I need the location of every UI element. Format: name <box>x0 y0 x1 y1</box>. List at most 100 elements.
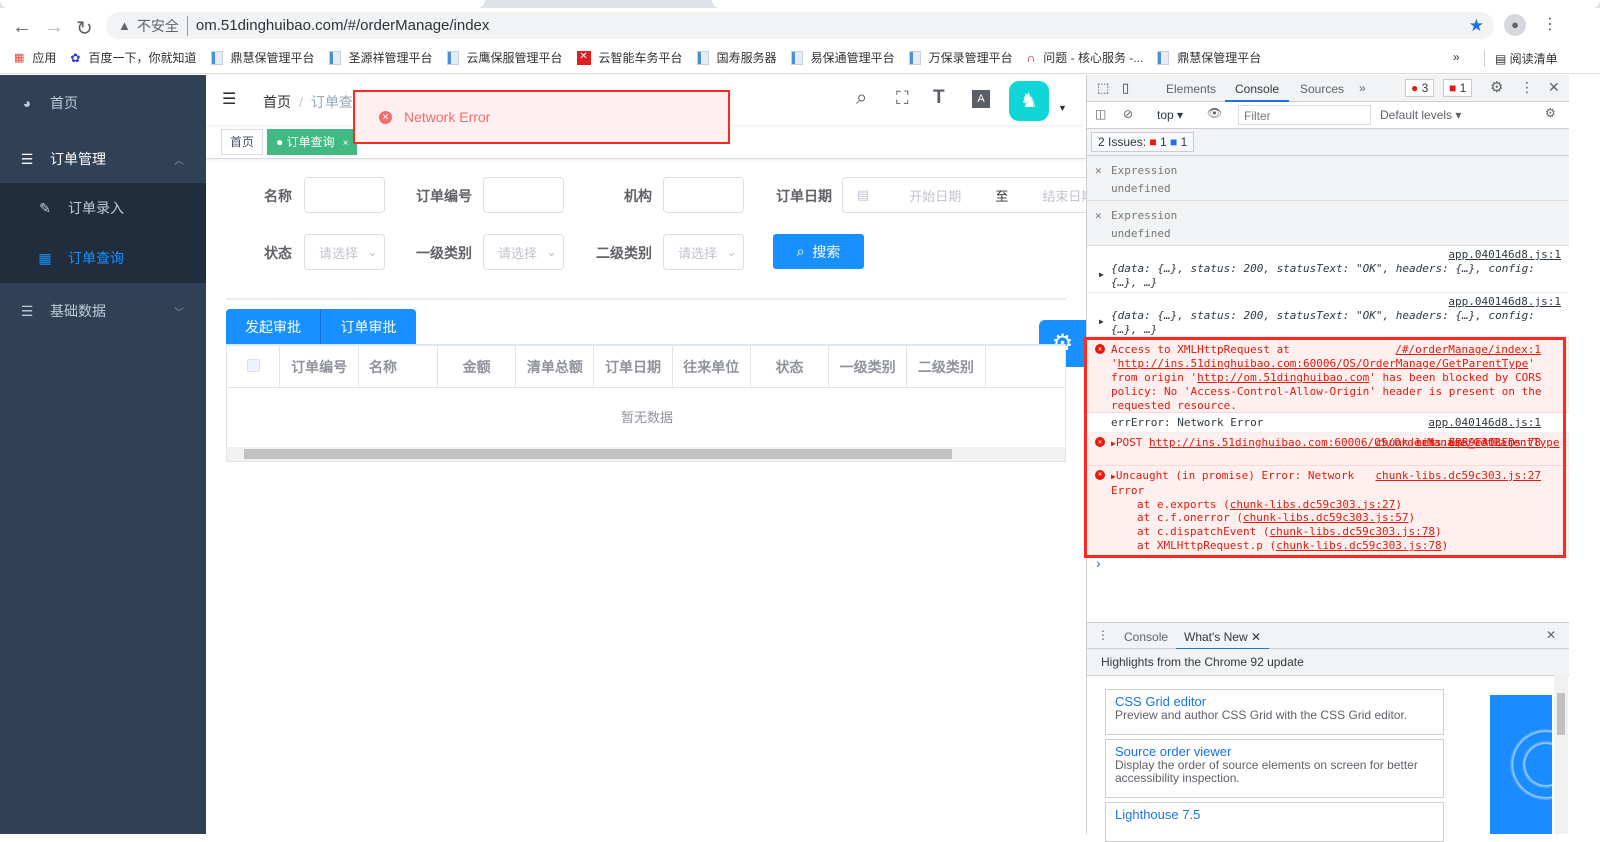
sidebar-item-order-entry[interactable]: ✎ 订单录入 <box>0 183 206 233</box>
bookmark[interactable]: 圣源祥管理平台 <box>328 49 433 66</box>
post-error-entry[interactable]: ✕ ▶POST http://ins.51dinghuibao.com:60006… <box>1087 433 1569 466</box>
device-toolbar-icon[interactable]: ▯ <box>1122 80 1129 96</box>
select-all-checkbox[interactable] <box>246 358 260 372</box>
drawer-menu-icon[interactable]: ⋮ <box>1097 628 1109 642</box>
status-select[interactable]: 请选择 ⌄ <box>304 234 385 270</box>
bookmark[interactable]: 国寿服务器 <box>696 49 777 66</box>
bookmarks-overflow-button[interactable]: » <box>1453 50 1460 64</box>
console-log-entry[interactable]: errError: Network Error app.040146d8.js:1 <box>1087 413 1569 433</box>
feature-card[interactable]: Lighthouse 7.5 <box>1105 802 1444 842</box>
stack-link[interactable]: chunk-libs.dc59c303.js:27 <box>1230 498 1396 511</box>
tab-sources[interactable]: Sources <box>1300 82 1344 96</box>
request-url-link[interactable]: http://ins.51dinghuibao.com:60006/OS/Ord… <box>1149 436 1560 450</box>
scrollbar-thumb[interactable] <box>244 449 952 459</box>
bookmark[interactable]: 易保通管理平台 <box>790 49 895 66</box>
card-title[interactable]: Source order viewer <box>1115 744 1434 759</box>
language-icon[interactable]: A <box>972 90 990 108</box>
profile-avatar-icon[interactable]: ● <box>1504 14 1526 36</box>
start-approval-button[interactable]: 发起审批 <box>226 309 321 344</box>
bookmark-star-icon[interactable]: ★ <box>1469 16 1484 36</box>
back-icon[interactable]: ← <box>12 16 32 39</box>
sidebar-item-order-management[interactable]: ☰ 订单管理 ︿ <box>0 131 206 187</box>
menu-dots-icon[interactable]: ⋮ <box>1542 14 1558 34</box>
context-select[interactable]: top ▾ <box>1157 108 1183 122</box>
expression-label[interactable]: Expression <box>1111 162 1569 180</box>
feature-card[interactable]: CSS Grid editor Preview and author CSS Gr… <box>1105 689 1444 735</box>
eye-icon[interactable]: 👁 <box>1207 106 1222 120</box>
bookmark[interactable]: 万保录管理平台 <box>908 49 1013 66</box>
tab-console[interactable]: Console <box>1225 75 1290 102</box>
feature-card[interactable]: Source order viewer Display the order of … <box>1105 739 1444 798</box>
remove-expression-icon[interactable]: ✕ <box>1095 207 1102 225</box>
browser-tab[interactable] <box>712 0 1600 8</box>
stack-link[interactable]: chunk-libs.dc59c303.js:57 <box>1243 511 1409 524</box>
log-levels-select[interactable]: Default levels ▾ <box>1380 108 1461 122</box>
sidebar-item-basic-data[interactable]: ☰ 基础数据 ﹀ <box>0 283 206 339</box>
font-size-icon[interactable]: T <box>933 87 945 109</box>
issue-count-badge[interactable]: ■ 1 <box>1443 79 1473 97</box>
scrollbar-thumb[interactable] <box>1557 693 1565 735</box>
bookmark[interactable]: 鼎慧保管理平台 <box>1157 49 1261 66</box>
drawer-scrollbar[interactable] <box>1554 675 1568 834</box>
console-log-entry[interactable]: app.040146d8.js:1 ▶ {data: {…}, status: 20… <box>1087 293 1569 337</box>
drawer-tab-console[interactable]: Console <box>1124 630 1168 644</box>
hamburger-toggle-icon[interactable]: ☰ <box>222 89 236 109</box>
card-title[interactable]: Lighthouse 7.5 <box>1115 807 1434 822</box>
bookmark-apps[interactable]: ▦ 应用 <box>14 49 56 66</box>
expression-label[interactable]: Expression <box>1111 207 1569 225</box>
bookmark[interactable]: ✕ 云智能车务平台 <box>576 49 683 66</box>
reading-list-button[interactable]: ▤ 阅读清单 <box>1484 50 1558 67</box>
source-link[interactable]: chunk-libs.dc59c303.js:27 <box>1375 469 1541 483</box>
console-settings-icon[interactable]: ⚙ <box>1545 106 1556 120</box>
close-devtools-icon[interactable]: ✕ <box>1548 79 1560 96</box>
source-link[interactable]: chunk-libs.dc59c303.js:78 <box>1375 436 1541 450</box>
forward-icon[interactable]: → <box>44 16 64 39</box>
search-icon[interactable]: ⌕ <box>856 87 867 110</box>
tag-order-query[interactable]: ● 订单查询 × <box>267 129 358 155</box>
browser-tab[interactable] <box>0 0 485 8</box>
uncaught-error-entry[interactable]: ✕ ▶Uncaught (in promise) Error: Network E… <box>1087 466 1569 558</box>
caret-down-icon[interactable]: ▼ <box>1058 103 1067 113</box>
drawer-tab-whats-new[interactable]: What's New ✕ <box>1176 623 1270 650</box>
inspect-element-icon[interactable]: ⬚ <box>1097 80 1109 96</box>
sidebar-toggle-icon[interactable]: ◫ <box>1095 107 1106 121</box>
horizontal-scrollbar[interactable] <box>227 447 1065 461</box>
stack-link[interactable]: chunk-libs.dc59c303.js:78 <box>1276 539 1442 552</box>
origin-link[interactable]: http://om.51dinghuibao.com <box>1197 371 1369 384</box>
source-link[interactable]: app.040146d8.js:1 <box>1111 295 1561 309</box>
card-title[interactable]: CSS Grid editor <box>1115 694 1434 709</box>
error-count-badge[interactable]: ● 3 <box>1405 79 1435 97</box>
cors-error-entry[interactable]: ✕ Access to XMLHttpRequest at 'http://ins… <box>1087 337 1569 413</box>
remove-expression-icon[interactable]: ✕ <box>1095 162 1102 180</box>
bookmark[interactable]: 鼎慧保管理平台 <box>210 49 315 66</box>
sidebar-item-order-query[interactable]: ▦ 订单查询 <box>0 233 206 283</box>
url-input[interactable]: ▲ 不安全 om.51dinghuibao.com/#/orderManage/… <box>106 12 1494 39</box>
console-prompt-input[interactable]: › <box>1096 555 1101 571</box>
console-filter-input[interactable]: Filter <box>1238 105 1371 125</box>
tag-home[interactable]: 首页 <box>221 129 264 155</box>
expand-triangle-icon[interactable]: ▶ <box>1099 315 1104 329</box>
bookmark[interactable]: ✿ 百度一下，你就知道 <box>70 49 196 66</box>
cat2-select[interactable]: 请选择 ⌄ <box>663 234 744 270</box>
source-link[interactable]: app.040146d8.js:1 <box>1428 416 1541 429</box>
search-button[interactable]: ⌕ 搜索 <box>773 234 864 269</box>
stack-link[interactable]: chunk-libs.dc59c303.js:78 <box>1269 525 1435 538</box>
name-input[interactable] <box>304 177 385 213</box>
org-input[interactable] <box>663 177 744 213</box>
source-link[interactable]: /#/orderManage/index:1 <box>1389 343 1541 357</box>
order-no-input[interactable] <box>483 177 564 213</box>
fullscreen-icon[interactable]: ⛶ <box>896 88 909 109</box>
close-icon[interactable]: × <box>343 138 349 149</box>
more-options-icon[interactable]: ⋮ <box>1520 79 1534 96</box>
bookmark[interactable]: 云鹰保服管理平台 <box>446 49 563 66</box>
request-url-link[interactable]: http://ins.51dinghuibao.com:60006/OS/Ord… <box>1118 357 1529 370</box>
cat1-select[interactable]: 请选择 ⌄ <box>483 234 564 270</box>
more-tabs-button[interactable]: » <box>1359 81 1366 95</box>
sidebar-item-home[interactable]: ◕ 首页 <box>0 75 206 131</box>
reload-icon[interactable]: ↻ <box>76 16 93 41</box>
source-link[interactable]: app.040146d8.js:1 <box>1111 248 1561 262</box>
user-avatar[interactable]: ♞ <box>1009 81 1049 121</box>
bookmark[interactable]: ∩ 问题 - 核心服务 -... <box>1027 49 1144 66</box>
start-date-input[interactable]: 开始日期 <box>909 186 961 205</box>
tab-elements[interactable]: Elements <box>1166 82 1216 96</box>
